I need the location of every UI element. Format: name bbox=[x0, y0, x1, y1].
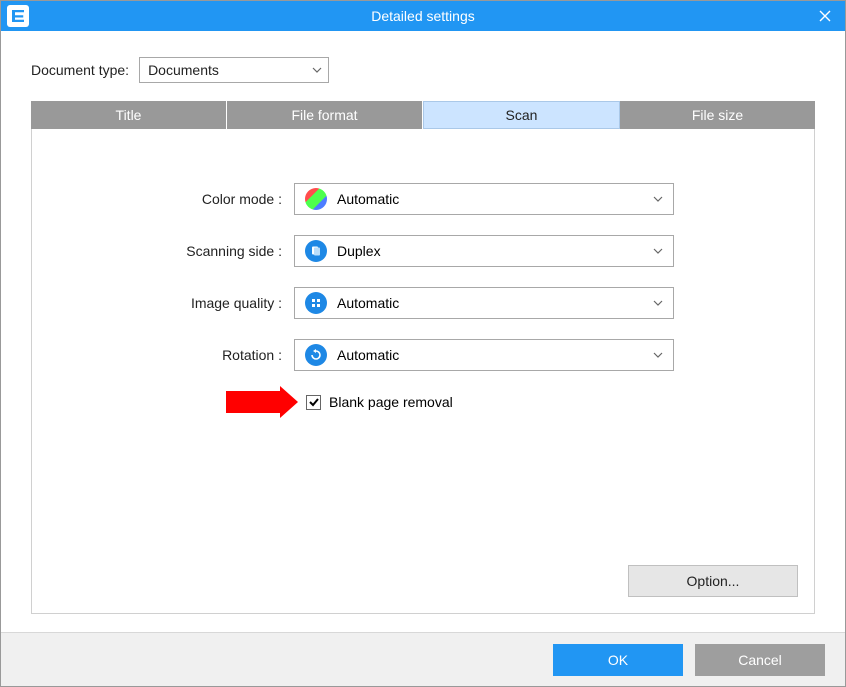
image-quality-select[interactable]: Automatic bbox=[294, 287, 674, 319]
scanning-side-label: Scanning side : bbox=[48, 243, 294, 259]
scanning-side-value: Duplex bbox=[337, 243, 381, 259]
color-mode-row: Color mode : Automatic bbox=[48, 183, 798, 215]
duplex-icon bbox=[305, 240, 327, 262]
tab-file-format[interactable]: File format bbox=[227, 101, 423, 129]
tab-title[interactable]: Title bbox=[31, 101, 227, 129]
dialog-footer: OK Cancel bbox=[1, 632, 845, 686]
chevron-down-icon bbox=[312, 58, 322, 82]
chevron-down-icon bbox=[653, 340, 663, 370]
annotation-arrow-area bbox=[48, 391, 306, 413]
rotation-row: Rotation : Automatic bbox=[48, 339, 798, 371]
image-quality-row: Image quality : Automatic bbox=[48, 287, 798, 319]
blank-page-removal-label: Blank page removal bbox=[329, 394, 453, 410]
check-icon bbox=[308, 396, 320, 408]
highlight-arrow-icon bbox=[226, 391, 282, 413]
rotation-label: Rotation : bbox=[48, 347, 294, 363]
quality-auto-icon bbox=[305, 292, 327, 314]
rotation-value: Automatic bbox=[337, 347, 399, 363]
close-icon[interactable] bbox=[805, 1, 845, 31]
chevron-down-icon bbox=[653, 184, 663, 214]
window-title: Detailed settings bbox=[1, 8, 845, 24]
document-type-label: Document type: bbox=[31, 62, 129, 78]
color-mode-label: Color mode : bbox=[48, 191, 294, 207]
color-mode-select[interactable]: Automatic bbox=[294, 183, 674, 215]
chevron-down-icon bbox=[653, 236, 663, 266]
ok-button-label: OK bbox=[608, 652, 628, 668]
auto-color-icon bbox=[305, 188, 327, 210]
scan-panel: Color mode : Automatic Scanning side : D… bbox=[31, 129, 815, 614]
option-button[interactable]: Option... bbox=[628, 565, 798, 597]
blank-page-removal-checkbox[interactable] bbox=[306, 395, 321, 410]
rotation-select[interactable]: Automatic bbox=[294, 339, 674, 371]
rotation-auto-icon bbox=[305, 344, 327, 366]
blank-page-removal-row: Blank page removal bbox=[48, 391, 798, 413]
tabs: Title File format Scan File size bbox=[31, 101, 815, 129]
ok-button[interactable]: OK bbox=[553, 644, 683, 676]
cancel-button[interactable]: Cancel bbox=[695, 644, 825, 676]
scanning-side-select[interactable]: Duplex bbox=[294, 235, 674, 267]
option-button-label: Option... bbox=[687, 573, 740, 589]
document-type-value: Documents bbox=[148, 62, 219, 78]
document-type-row: Document type: Documents bbox=[31, 57, 845, 83]
titlebar: Detailed settings bbox=[1, 1, 845, 31]
tab-file-size[interactable]: File size bbox=[620, 101, 815, 129]
chevron-down-icon bbox=[653, 288, 663, 318]
tab-scan[interactable]: Scan bbox=[423, 101, 620, 129]
scanning-side-row: Scanning side : Duplex bbox=[48, 235, 798, 267]
document-type-select[interactable]: Documents bbox=[139, 57, 329, 83]
color-mode-value: Automatic bbox=[337, 191, 399, 207]
image-quality-value: Automatic bbox=[337, 295, 399, 311]
image-quality-label: Image quality : bbox=[48, 295, 294, 311]
cancel-button-label: Cancel bbox=[738, 652, 782, 668]
